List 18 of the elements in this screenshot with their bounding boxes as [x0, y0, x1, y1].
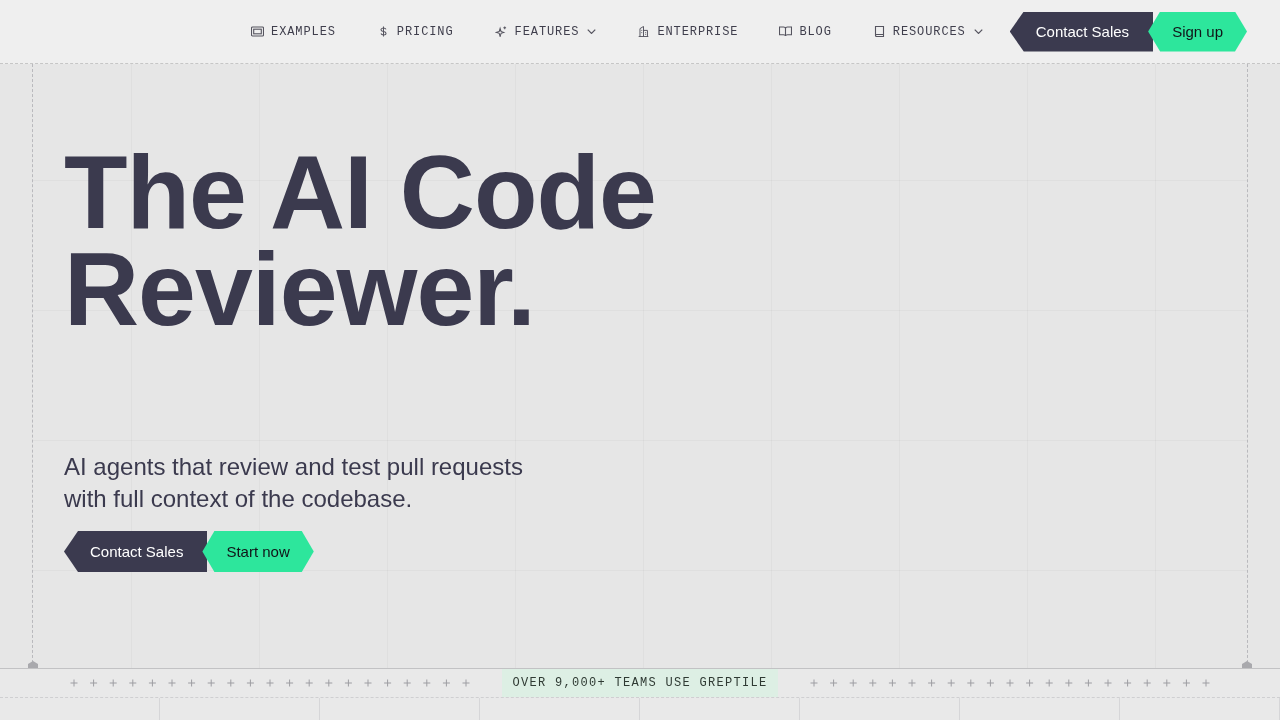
- contact-sales-button[interactable]: Contact Sales: [1009, 11, 1154, 52]
- start-now-button[interactable]: Start now: [202, 531, 314, 572]
- sparkle-icon: [494, 26, 508, 37]
- window-icon: [251, 26, 265, 37]
- nav-link[interactable]: PRICING: [376, 24, 454, 39]
- nav-link[interactable]: RESOURCES: [872, 24, 983, 39]
- nav-link[interactable]: EXAMPLES: [251, 24, 336, 39]
- hero-subtitle: AI agents that review and test pull requests with full context of the codebase.: [64, 452, 524, 514]
- book-icon: [872, 26, 886, 37]
- book-icon: [779, 26, 793, 37]
- nav-link[interactable]: FEATURES: [494, 24, 597, 39]
- teams-count-label: OVER 9,000+ TEAMS USE GREPTILE: [502, 669, 778, 697]
- building-icon: [637, 26, 651, 37]
- nav-link[interactable]: BLOG: [779, 24, 832, 39]
- sign-up-button[interactable]: Sign up: [1148, 11, 1247, 52]
- hero-heading: The AI Code Reviewer.: [64, 144, 657, 338]
- nav-link[interactable]: ENTERPRISE: [637, 24, 739, 39]
- contact-sales-button[interactable]: Contact Sales: [64, 531, 208, 572]
